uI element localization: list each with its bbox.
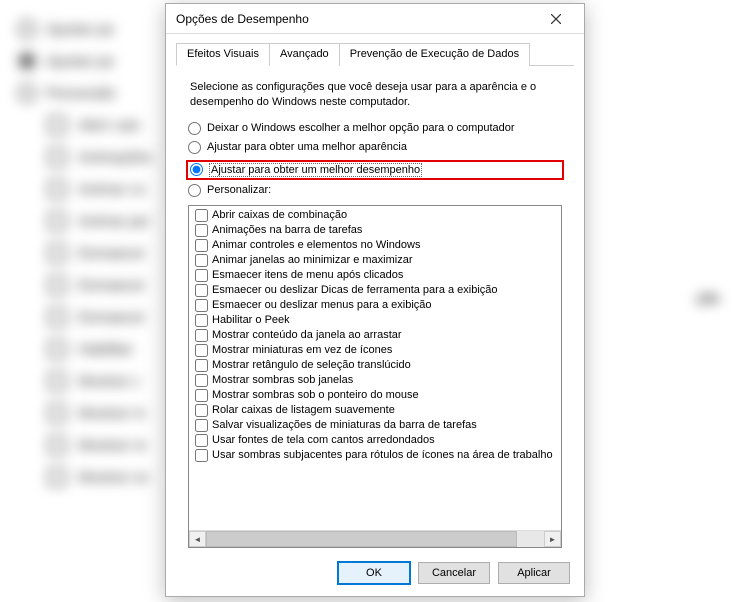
effect-row[interactable]: Esmaecer ou deslizar Dicas de ferramenta…	[191, 283, 559, 298]
radio-label-0: Deixar o Windows escolher a melhor opção…	[207, 122, 515, 134]
bg-right-text: ção	[696, 290, 720, 307]
effect-row[interactable]: Animações na barra de tarefas	[191, 223, 559, 238]
effect-label: Rolar caixas de listagem suavemente	[212, 404, 395, 416]
effect-checkbox[interactable]	[195, 254, 208, 267]
horizontal-scrollbar[interactable]: ◄ ►	[189, 530, 561, 547]
effect-label: Animar controles e elementos no Windows	[212, 239, 420, 251]
effect-row[interactable]: Mostrar conteúdo da janela ao arrastar	[191, 328, 559, 343]
effect-row[interactable]: Rolar caixas de listagem suavemente	[191, 403, 559, 418]
ok-button[interactable]: OK	[338, 562, 410, 584]
effect-row[interactable]: Mostrar sombras sob o ponteiro do mouse	[191, 388, 559, 403]
effect-row[interactable]: Esmaecer ou deslizar menus para a exibiç…	[191, 298, 559, 313]
effect-label: Abrir caixas de combinação	[212, 209, 347, 221]
radio-input-3[interactable]	[188, 184, 201, 197]
effect-checkbox[interactable]	[195, 374, 208, 387]
effect-label: Salvar visualizações de miniaturas da ba…	[212, 419, 477, 431]
performance-options-dialog: Opções de Desempenho Efeitos VisuaisAvan…	[165, 3, 585, 597]
effect-checkbox[interactable]	[195, 449, 208, 462]
instruction-text: Selecione as configurações que você dese…	[190, 80, 560, 110]
tabstrip: Efeitos VisuaisAvançadoPrevenção de Exec…	[176, 42, 574, 66]
effect-row[interactable]: Mostrar sombras sob janelas	[191, 373, 559, 388]
effect-checkbox[interactable]	[195, 314, 208, 327]
radio-option-0[interactable]: Deixar o Windows escolher a melhor opção…	[188, 122, 562, 135]
tab-0[interactable]: Efeitos Visuais	[176, 43, 270, 66]
effect-checkbox[interactable]	[195, 344, 208, 357]
cancel-button[interactable]: Cancelar	[418, 562, 490, 584]
scroll-track[interactable]	[206, 531, 544, 547]
effect-checkbox[interactable]	[195, 404, 208, 417]
radio-input-1[interactable]	[188, 141, 201, 154]
titlebar: Opções de Desempenho	[166, 4, 584, 34]
effect-checkbox[interactable]	[195, 209, 208, 222]
effect-checkbox[interactable]	[195, 299, 208, 312]
effect-row[interactable]: Usar fontes de tela com cantos arredonda…	[191, 433, 559, 448]
scroll-right-button[interactable]: ►	[544, 531, 561, 547]
scroll-thumb[interactable]	[206, 531, 517, 547]
effect-label: Esmaecer ou deslizar menus para a exibiç…	[212, 299, 432, 311]
effect-label: Animações na barra de tarefas	[212, 224, 362, 236]
effect-label: Esmaecer ou deslizar Dicas de ferramenta…	[212, 284, 498, 296]
effect-label: Usar fontes de tela com cantos arredonda…	[212, 434, 435, 446]
effect-checkbox[interactable]	[195, 434, 208, 447]
dialog-buttons: OK Cancelar Aplicar	[166, 552, 584, 596]
radio-option-2[interactable]: Ajustar para obter um melhor desempenho	[186, 160, 564, 180]
radio-label-2: Ajustar para obter um melhor desempenho	[209, 163, 422, 177]
effect-label: Mostrar retângulo de seleção translúcido	[212, 359, 411, 371]
tab-2[interactable]: Prevenção de Execução de Dados	[339, 43, 530, 66]
tab-content: Selecione as configurações que você dese…	[166, 66, 584, 552]
close-button[interactable]	[536, 5, 576, 33]
effect-checkbox[interactable]	[195, 359, 208, 372]
effect-checkbox[interactable]	[195, 389, 208, 402]
effect-checkbox[interactable]	[195, 284, 208, 297]
effect-row[interactable]: Animar controles e elementos no Windows	[191, 238, 559, 253]
effect-checkbox[interactable]	[195, 239, 208, 252]
effect-row[interactable]: Esmaecer itens de menu após clicados	[191, 268, 559, 283]
radio-option-3[interactable]: Personalizar:	[188, 184, 562, 197]
apply-button[interactable]: Aplicar	[498, 562, 570, 584]
effect-row[interactable]: Abrir caixas de combinação	[191, 208, 559, 223]
radio-label-1: Ajustar para obter uma melhor aparência	[207, 141, 407, 153]
effect-row[interactable]: Mostrar retângulo de seleção translúcido	[191, 358, 559, 373]
effects-list: Abrir caixas de combinação Animações na b…	[189, 206, 561, 530]
effect-label: Usar sombras subjacentes para rótulos de…	[212, 449, 553, 461]
tab-1[interactable]: Avançado	[269, 43, 340, 66]
effect-label: Esmaecer itens de menu após clicados	[212, 269, 403, 281]
effect-label: Mostrar sombras sob janelas	[212, 374, 353, 386]
effect-row[interactable]: Animar janelas ao minimizar e maximizar	[191, 253, 559, 268]
effect-row[interactable]: Usar sombras subjacentes para rótulos de…	[191, 448, 559, 463]
close-icon	[551, 14, 561, 24]
effect-label: Mostrar conteúdo da janela ao arrastar	[212, 329, 402, 341]
scroll-left-button[interactable]: ◄	[189, 531, 206, 547]
effect-checkbox[interactable]	[195, 329, 208, 342]
radio-label-3: Personalizar:	[207, 184, 271, 196]
effect-label: Animar janelas ao minimizar e maximizar	[212, 254, 413, 266]
effect-checkbox[interactable]	[195, 224, 208, 237]
effect-row[interactable]: Mostrar miniaturas em vez de ícones	[191, 343, 559, 358]
effect-label: Habilitar o Peek	[212, 314, 290, 326]
effect-checkbox[interactable]	[195, 419, 208, 432]
radio-option-1[interactable]: Ajustar para obter uma melhor aparência	[188, 141, 562, 154]
effect-row[interactable]: Habilitar o Peek	[191, 313, 559, 328]
effect-label: Mostrar miniaturas em vez de ícones	[212, 344, 392, 356]
radio-input-0[interactable]	[188, 122, 201, 135]
dialog-title: Opções de Desempenho	[176, 12, 536, 26]
effect-row[interactable]: Salvar visualizações de miniaturas da ba…	[191, 418, 559, 433]
radio-input-2[interactable]	[190, 163, 203, 176]
effect-label: Mostrar sombras sob o ponteiro do mouse	[212, 389, 419, 401]
effects-listbox[interactable]: Abrir caixas de combinação Animações na b…	[188, 205, 562, 548]
effect-checkbox[interactable]	[195, 269, 208, 282]
